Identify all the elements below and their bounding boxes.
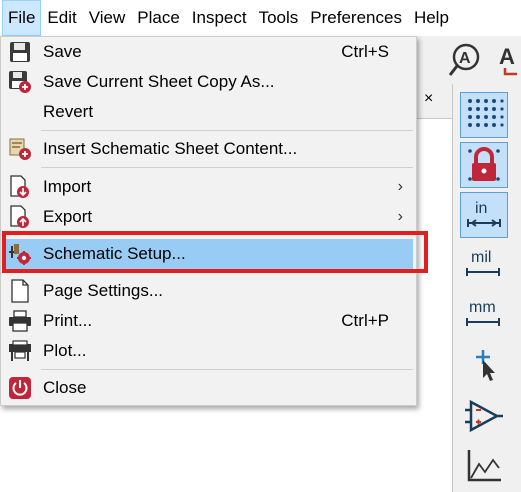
mm-units-icon[interactable]: mm <box>460 292 506 336</box>
menu-item-print[interactable]: Print... Ctrl+P <box>3 306 413 336</box>
menu-item-label: Page Settings... <box>43 281 164 300</box>
graph-icon[interactable] <box>460 444 506 488</box>
svg-text:mil: mil <box>471 249 491 266</box>
menu-item-label: Import <box>43 177 92 196</box>
menu-item-label: Revert <box>43 102 94 121</box>
menu-item-insert-sheet[interactable]: Insert Schematic Sheet Content... <box>3 134 413 164</box>
menu-item-label: Save <box>43 42 82 61</box>
inch-units-icon[interactable]: in <box>460 192 508 238</box>
menu-item-page-settings[interactable]: Page Settings... <box>3 276 413 306</box>
menu-item-label: Export <box>43 207 93 226</box>
plot-icon <box>7 339 33 363</box>
menu-separator <box>41 130 413 131</box>
import-icon <box>7 175 33 199</box>
text-icon[interactable]: A <box>497 44 521 83</box>
export-icon <box>7 205 33 229</box>
menu-item-plot[interactable]: Plot... <box>3 336 413 366</box>
cursor-icon[interactable] <box>460 342 506 386</box>
annotation-highlight-box <box>2 231 428 273</box>
menu-item-label: Save Current Sheet Copy As... <box>43 72 275 91</box>
menu-tools[interactable]: Tools <box>253 0 305 36</box>
page-settings-icon <box>7 279 33 303</box>
menu-view[interactable]: View <box>83 0 132 36</box>
menu-preferences[interactable]: Preferences <box>304 0 408 36</box>
svg-text:A: A <box>459 50 471 67</box>
menu-item-save-copy[interactable]: Save Current Sheet Copy As... <box>3 67 413 97</box>
menu-item-label: Insert Schematic Sheet Content... <box>43 139 298 158</box>
menu-help[interactable]: Help <box>408 0 455 36</box>
menu-inspect[interactable]: Inspect <box>186 0 253 36</box>
annotate-icon[interactable]: A <box>448 42 482 83</box>
right-toolbar: in mil mm <box>455 84 521 492</box>
opamp-icon[interactable] <box>460 394 506 438</box>
save-copy-icon <box>7 70 33 94</box>
save-icon <box>7 40 33 64</box>
lock-icon[interactable] <box>460 142 508 188</box>
svg-text:A: A <box>499 44 515 69</box>
mil-units-icon[interactable]: mil <box>460 242 506 286</box>
menu-separator <box>41 167 413 168</box>
menu-item-export[interactable]: Export › <box>3 202 413 232</box>
panel-close-icon[interactable]: × <box>424 90 433 108</box>
menu-item-save[interactable]: Save Ctrl+S <box>3 37 413 67</box>
shortcut-label: Ctrl+S <box>341 42 389 61</box>
file-menu: Save Ctrl+S Save Current Sheet Copy As..… <box>0 36 417 406</box>
menu-item-revert[interactable]: Revert <box>3 97 413 127</box>
menu-edit[interactable]: Edit <box>41 0 82 36</box>
svg-text:mm: mm <box>469 299 496 316</box>
menu-item-label: Close <box>43 378 87 397</box>
menu-separator <box>41 369 413 370</box>
submenu-arrow-icon: › <box>397 208 403 225</box>
shortcut-label: Ctrl+P <box>341 311 389 330</box>
menu-item-label: Print... <box>43 311 93 330</box>
close-icon <box>7 376 33 400</box>
menu-item-import[interactable]: Import › <box>3 172 413 202</box>
grid-icon[interactable] <box>460 92 508 138</box>
svg-text:in: in <box>475 200 487 217</box>
menu-item-label: Plot... <box>43 341 87 360</box>
insert-sheet-icon <box>7 137 33 161</box>
menu-place[interactable]: Place <box>131 0 186 36</box>
menu-item-close[interactable]: Close <box>3 373 413 403</box>
print-icon <box>7 309 33 333</box>
menu-bar: File Edit View Place Inspect Tools Prefe… <box>0 0 521 36</box>
menu-file[interactable]: File <box>2 0 42 36</box>
submenu-arrow-icon: › <box>397 178 403 195</box>
